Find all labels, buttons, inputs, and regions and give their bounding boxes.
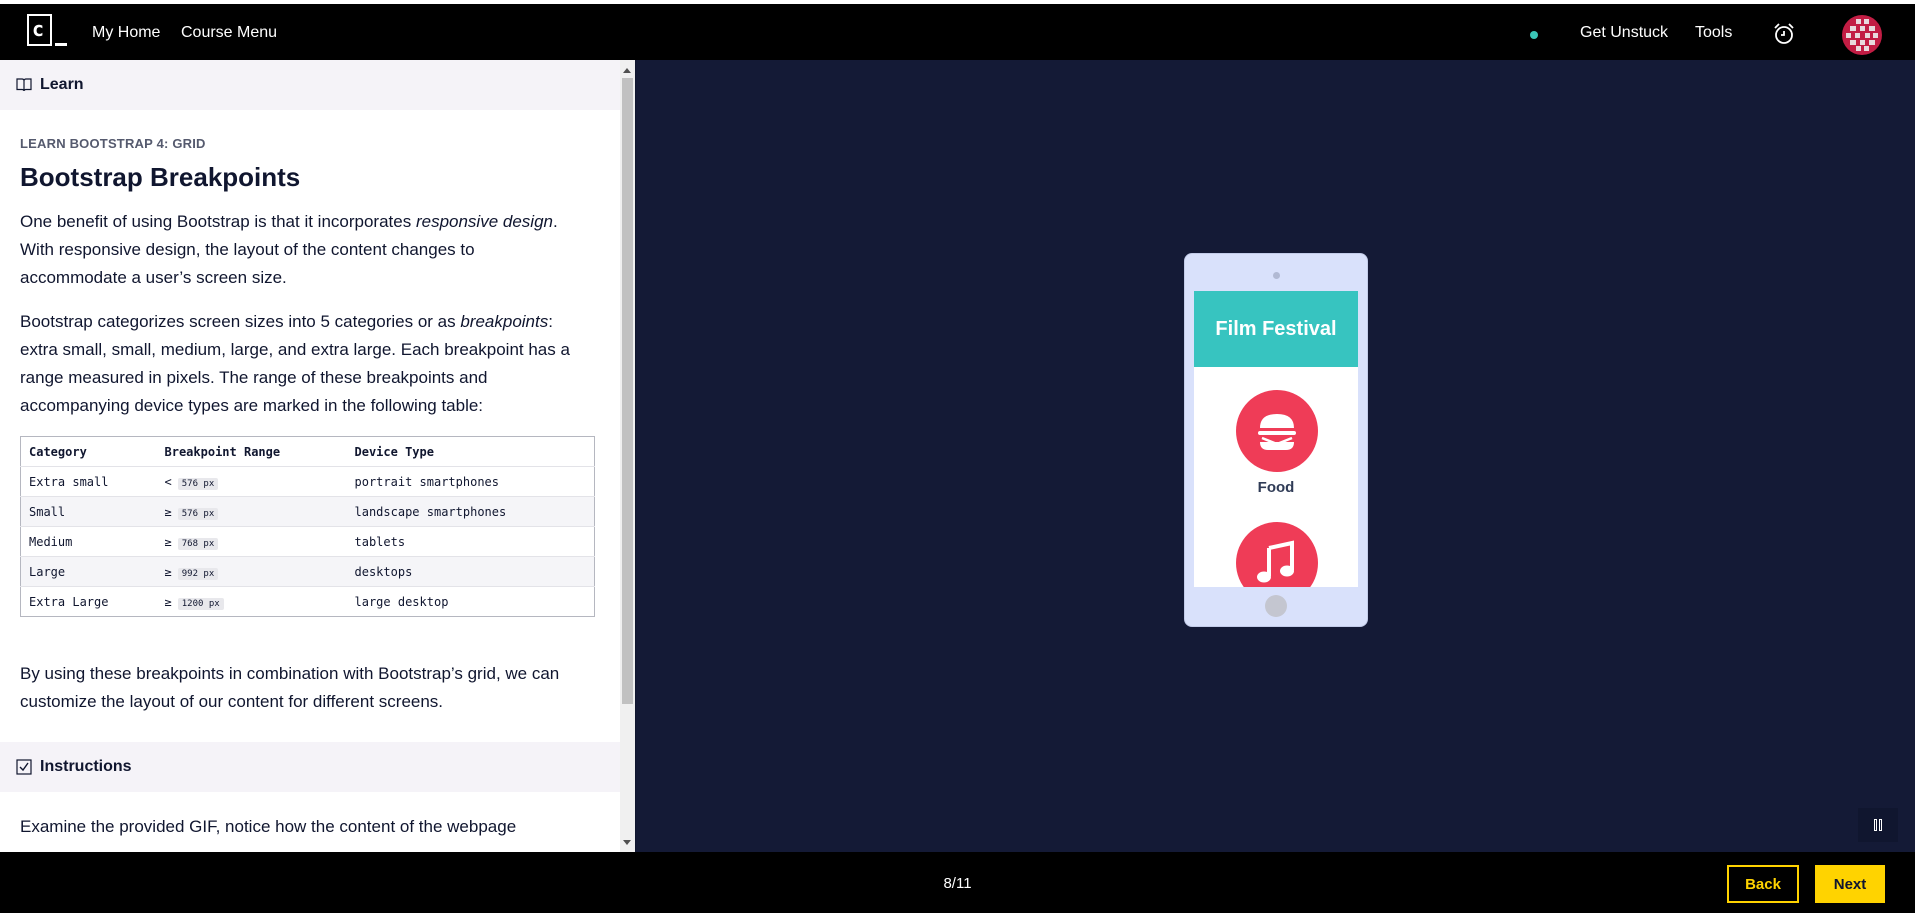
learn-panel: Learn LEARN BOOTSTRAP 4: GRID Bootstrap … <box>0 60 620 852</box>
next-button[interactable]: Next <box>1815 865 1885 903</box>
table-row: Small ≥576 px landscape smartphones <box>20 496 595 527</box>
phone-home-button <box>1265 595 1287 617</box>
table-cell: large desktop <box>346 586 595 617</box>
learn-header[interactable]: Learn <box>0 60 620 110</box>
table-cell: desktops <box>346 556 595 587</box>
table-cell: Small <box>20 496 157 527</box>
nav-tools[interactable]: Tools <box>1695 24 1732 42</box>
page-title: Bootstrap Breakpoints <box>20 162 301 192</box>
checkbox-icon <box>16 759 32 775</box>
code-chip: 768 px <box>177 537 219 550</box>
table-cell: portrait smartphones <box>346 466 595 497</box>
nav-my-home[interactable]: My Home <box>92 24 160 42</box>
table-header: Breakpoint Range <box>156 436 347 467</box>
table-cell: tablets <box>346 526 595 557</box>
top-nav: c My Home Course Menu Get Unstuck Tools <box>0 0 1915 60</box>
instructions-text: Examine the provided GIF, notice how the… <box>20 817 517 836</box>
table-cell: Medium <box>20 526 157 557</box>
nav-course-menu[interactable]: Course Menu <box>181 24 277 42</box>
table-row: Large ≥992 px desktops <box>20 556 595 587</box>
scroll-down-arrow-icon[interactable] <box>623 840 631 845</box>
scrollbar-thumb[interactable] <box>622 78 633 704</box>
logo-letter: c <box>32 17 45 41</box>
code-chip: 576 px <box>177 477 219 490</box>
instructions-header[interactable]: Instructions <box>0 742 620 792</box>
emphasis-responsive-design: responsive design <box>415 212 553 231</box>
table-header: Device Type <box>346 436 595 467</box>
table-cell: Large <box>20 556 157 587</box>
phone-mockup: Film Festival Food <box>1184 253 1368 627</box>
film-festival-banner: Film Festival <box>1194 291 1358 367</box>
book-icon <box>16 78 32 92</box>
music-note-icon <box>1257 540 1294 583</box>
table-cell: ≥1200 px <box>156 586 347 617</box>
code-chip: 992 px <box>177 567 219 580</box>
burger-icon <box>1258 414 1296 450</box>
status-dot <box>1530 31 1538 39</box>
table-header-row: Category Breakpoint Range Device Type <box>20 436 595 467</box>
alarm-clock-icon[interactable] <box>1772 22 1796 46</box>
pause-button[interactable] <box>1858 808 1898 842</box>
codecademy-logo[interactable]: c <box>27 14 69 50</box>
code-chip: 576 px <box>177 507 219 520</box>
emphasis-breakpoints: breakpoints <box>460 312 549 331</box>
food-label: Food <box>1257 479 1295 496</box>
food-circle <box>1236 390 1318 472</box>
music-circle <box>1236 522 1318 587</box>
code-chip: 1200 px <box>177 597 224 610</box>
nav-get-unstuck[interactable]: Get Unstuck <box>1580 24 1668 42</box>
closing-paragraph: By using these breakpoints in combinatio… <box>20 664 560 711</box>
table-cell: ≥576 px <box>156 496 347 527</box>
intro-paragraph: One benefit of using Bootstrap is that i… <box>20 212 558 287</box>
footer-bar: 8/11 Back Next <box>0 852 1915 917</box>
table-row: Extra small <576 px portrait smartphones <box>20 466 595 497</box>
preview-panel: Film Festival Food <box>636 60 1915 852</box>
scroll-up-arrow-icon[interactable] <box>623 68 631 73</box>
phone-screen: Film Festival Food <box>1194 291 1358 587</box>
breadcrumb: LEARN BOOTSTRAP 4: GRID <box>20 136 206 151</box>
lesson-progress: 8/11 <box>943 875 972 892</box>
table-row: Extra Large ≥1200 px large desktop <box>20 586 595 617</box>
table-header: Category <box>20 436 157 467</box>
table-cell: Extra Large <box>20 586 157 617</box>
table-cell: landscape smartphones <box>346 496 595 527</box>
table-cell: Extra small <box>20 466 157 497</box>
learn-header-label: Learn <box>40 76 84 93</box>
phone-speaker <box>1273 272 1280 279</box>
instructions-header-label: Instructions <box>40 758 132 775</box>
table-row: Medium ≥768 px tablets <box>20 526 595 557</box>
table-cell: ≥768 px <box>156 526 347 557</box>
breakpoints-table: Category Breakpoint Range Device Type Ex… <box>20 436 595 617</box>
back-button[interactable]: Back <box>1727 865 1799 903</box>
table-cell: ≥992 px <box>156 556 347 587</box>
table-cell: <576 px <box>156 466 347 497</box>
breakpoints-paragraph: Bootstrap categorizes screen sizes into … <box>20 312 570 415</box>
avatar[interactable] <box>1842 15 1882 55</box>
